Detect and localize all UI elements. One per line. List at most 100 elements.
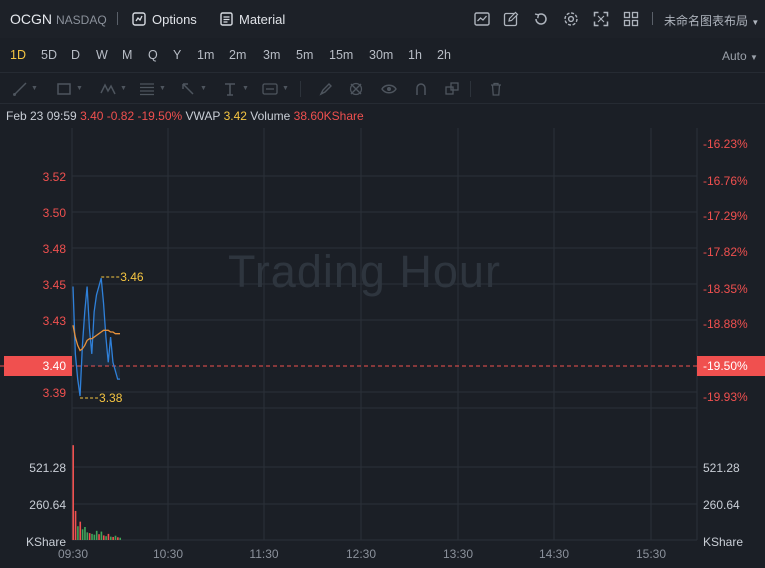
caret-down-icon: ▼ [242, 85, 249, 92]
indicator-icon[interactable] [473, 10, 491, 28]
period-2h[interactable]: 2h [437, 48, 451, 62]
volume-bar [119, 537, 121, 540]
fullscreen-icon[interactable] [592, 10, 610, 28]
material-label: Material [239, 11, 286, 27]
volume-bar [72, 445, 74, 540]
volume-bar [77, 526, 79, 540]
volume-bar [86, 532, 89, 540]
volume-bar [93, 534, 96, 540]
period-selector: 1D 5D D W M Q Y 1m 2m 3m 5m 15m 30m 1h 2h [0, 42, 765, 70]
label-tool-icon[interactable] [262, 81, 278, 97]
text-tool-icon[interactable] [222, 81, 238, 97]
period-m[interactable]: M [122, 48, 132, 62]
grid-layout-icon[interactable] [622, 10, 640, 28]
volume-bar [95, 530, 98, 540]
pct-axis-label: -17.29% [703, 209, 748, 223]
period-5m[interactable]: 5m [296, 48, 313, 62]
top-bar: OCGN NASDAQ Options Material 未命名图表布局 ▼ [0, 0, 765, 38]
rectangle-tool-icon[interactable] [56, 81, 72, 97]
period-d[interactable]: D [71, 48, 80, 62]
period-15m[interactable]: 15m [329, 48, 353, 62]
caret-down-icon: ▼ [200, 85, 207, 92]
period-w[interactable]: W [96, 48, 108, 62]
time-axis-label: 10:30 [153, 547, 183, 561]
volume-bar [102, 535, 105, 540]
price-axis-label: 3.43 [43, 314, 67, 328]
pct-axis-label: -18.88% [703, 317, 748, 331]
volume-bar [110, 536, 112, 540]
period-2m[interactable]: 2m [229, 48, 246, 62]
caret-down-icon: ▼ [282, 85, 289, 92]
brush-icon[interactable] [318, 81, 334, 97]
time-axis-label: 14:30 [539, 547, 569, 561]
period-q[interactable]: Q [148, 48, 158, 62]
magnet-icon[interactable] [348, 81, 364, 97]
volume-bar [114, 535, 117, 540]
time-axis-label: 13:30 [443, 547, 473, 561]
volume-axis-label-right: KShare [703, 535, 743, 549]
period-30m[interactable]: 30m [369, 48, 393, 62]
volume-bar [107, 533, 110, 540]
fib-tool-icon[interactable] [139, 81, 155, 97]
price-axis-label: 3.50 [43, 206, 67, 220]
material-button[interactable]: Material [220, 10, 285, 28]
ticker-symbol[interactable]: OCGN [10, 11, 52, 27]
volume-axis-label-right: 260.64 [703, 498, 740, 512]
volume-axis-label: 260.64 [29, 498, 66, 512]
pct-axis-label: -16.23% [703, 137, 748, 151]
volume-label: Volume [250, 109, 291, 123]
quote-change-pct: -19.50% [137, 109, 183, 123]
volume-axis-label: 521.28 [29, 461, 66, 475]
arrow-tool-icon[interactable] [180, 81, 196, 97]
quote-change: -0.82 [106, 109, 135, 123]
vwap-label: VWAP [185, 109, 221, 123]
divider [470, 81, 471, 97]
document-icon [220, 12, 233, 26]
caret-down-icon: ▼ [76, 85, 83, 92]
quote-datetime: Feb 23 09:59 [6, 109, 77, 123]
volume-bar [88, 533, 91, 540]
time-axis-label: 12:30 [346, 547, 376, 561]
edit-icon[interactable] [502, 10, 520, 28]
trash-icon[interactable] [488, 81, 504, 97]
drawing-toolbar: ▼ ▼ ▼ ▼ ▼ ▼ ▼ [0, 72, 765, 104]
wave-tool-icon[interactable] [100, 81, 116, 97]
layout-selector[interactable]: 未命名图表布局 ▼ [664, 12, 759, 29]
replay-icon[interactable] [532, 10, 550, 28]
volume-bar [112, 536, 114, 540]
auto-scale-selector[interactable]: Auto ▼ [722, 49, 758, 63]
low-marker-label: 3.38 [99, 391, 123, 405]
price-axis-label: 3.39 [43, 386, 67, 400]
price-axis-label: 3.45 [43, 278, 67, 292]
volume-bar [117, 537, 119, 540]
volume-bar [91, 533, 93, 540]
quote-price: 3.40 [80, 109, 104, 123]
pct-axis-label: -18.35% [703, 282, 748, 296]
time-axis-label: 15:30 [636, 547, 666, 561]
period-3m[interactable]: 3m [263, 48, 280, 62]
settings-icon[interactable] [562, 10, 580, 28]
period-1m[interactable]: 1m [197, 48, 214, 62]
quote-bar: Feb 23 09:59 3.40 -0.82 -19.50% VWAP 3.4… [6, 109, 364, 123]
trend-line-icon[interactable] [12, 81, 28, 97]
volume-bar [81, 529, 84, 540]
eye-icon[interactable] [381, 81, 397, 97]
volume-bar [105, 536, 107, 540]
period-1h[interactable]: 1h [408, 48, 422, 62]
period-5d[interactable]: 5D [41, 48, 57, 62]
volume-bar [84, 527, 86, 540]
pct-axis-label: -17.82% [703, 245, 748, 259]
pct-axis-label: -19.93% [703, 390, 748, 404]
period-y[interactable]: Y [173, 48, 181, 62]
volume-bar [79, 521, 82, 540]
volume-bar [74, 510, 77, 540]
price-axis-label: 3.48 [43, 242, 67, 256]
intraday-chart[interactable]: 3.52 3.50 3.48 3.45 3.43 3.39 -16.23% -16.76% -1… [0, 128, 765, 568]
period-1d[interactable]: 1D [10, 48, 26, 62]
price-axis-label: 3.52 [43, 170, 67, 184]
options-button[interactable]: Options [132, 10, 197, 28]
divider [300, 81, 301, 97]
lock-icon[interactable] [413, 81, 429, 97]
volume-bar [98, 534, 100, 540]
group-icon[interactable] [444, 81, 460, 97]
